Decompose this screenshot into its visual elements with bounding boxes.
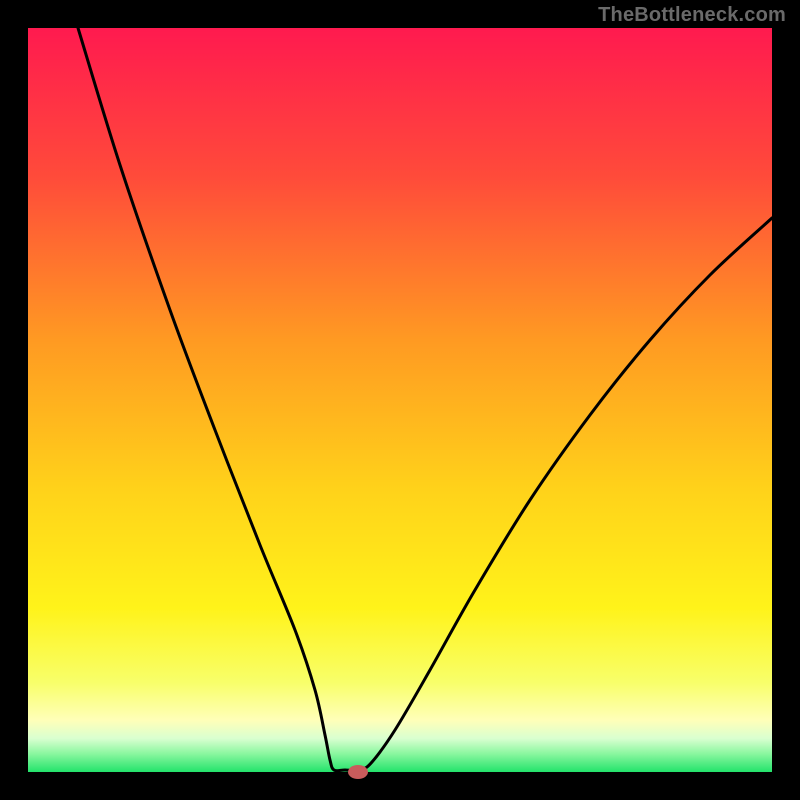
bottleneck-chart — [0, 0, 800, 800]
chart-frame: TheBottleneck.com — [0, 0, 800, 800]
plot-background — [28, 28, 772, 772]
optimal-point-marker — [348, 765, 368, 779]
